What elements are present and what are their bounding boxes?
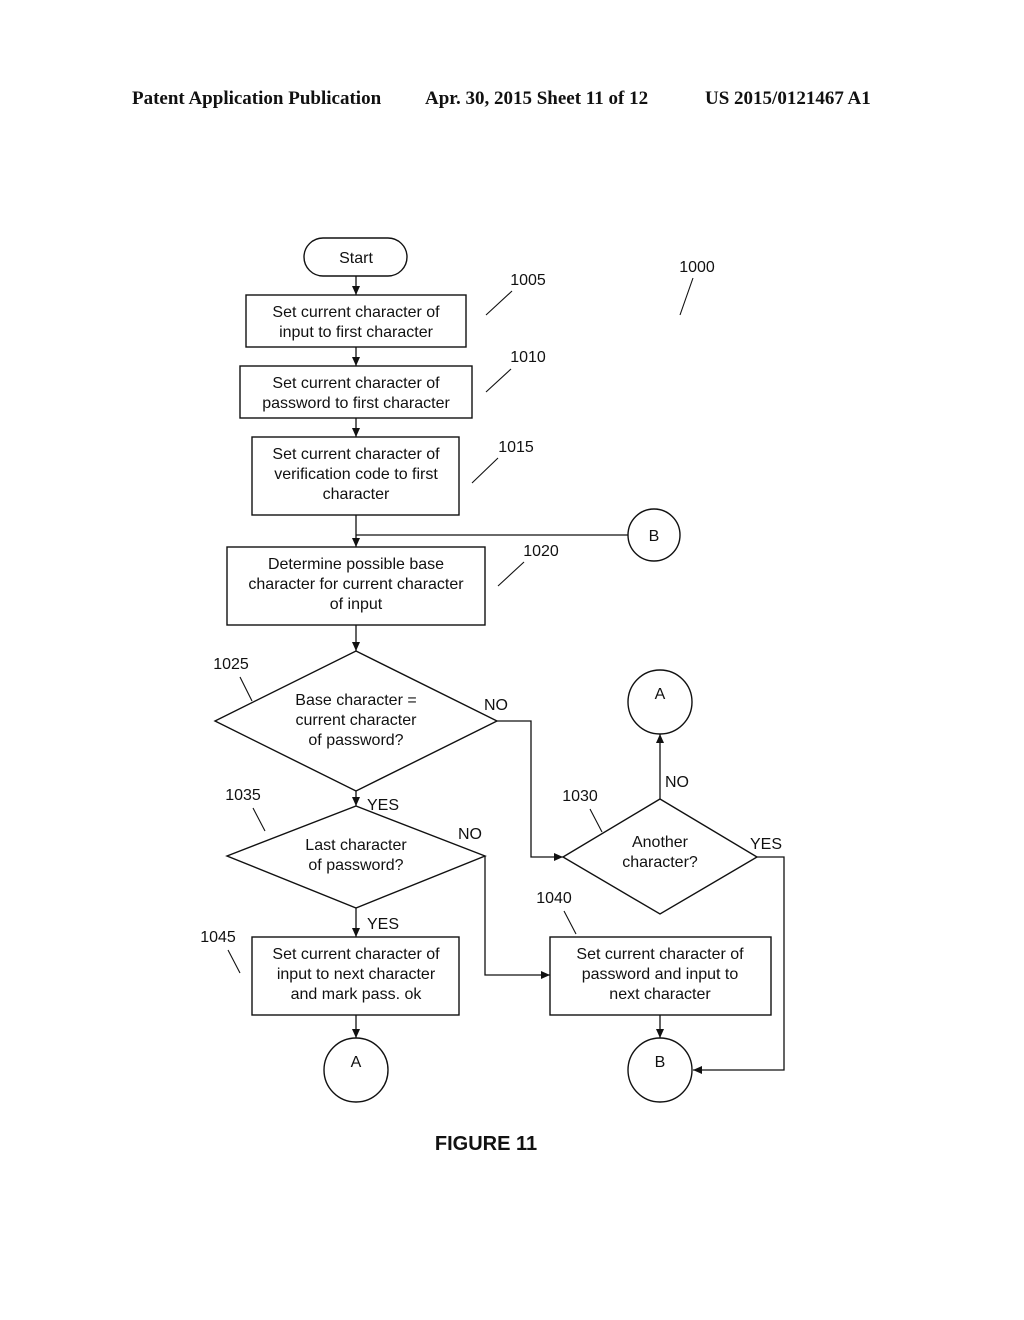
connector-a-bottom-label: A xyxy=(351,1054,362,1071)
step-1015-line-2: verification code to first xyxy=(274,466,438,483)
decision-1025-no-label: NO xyxy=(484,697,508,714)
step-1020-leader xyxy=(497,561,525,587)
connector-b-bottom: B xyxy=(627,1037,693,1103)
step-1010-leader xyxy=(485,368,512,393)
decision-1025-ref: 1025 xyxy=(213,656,249,673)
decision-1030-yes-label: YES xyxy=(750,836,782,853)
connector-a-top-label: A xyxy=(655,686,666,703)
step-1040-line-1: Set current character of xyxy=(576,946,744,963)
step-1010-line-2: password to first character xyxy=(262,395,450,412)
step-1040: Set current character of password and in… xyxy=(549,936,772,1016)
decision-1030: Another character? xyxy=(561,798,759,915)
decision-1030-no-label: NO xyxy=(665,774,689,791)
step-1010-ref: 1010 xyxy=(510,349,546,366)
step-1020-line-1: Determine possible base xyxy=(268,556,444,573)
figure-ref-leader xyxy=(679,277,694,316)
step-1015-leader xyxy=(471,457,499,484)
step-1045-leader xyxy=(227,949,241,974)
step-1015: Set current character of verification co… xyxy=(251,436,460,516)
decision-1035-line-2: of password? xyxy=(308,857,403,874)
arrow-1025-no-to-1030 xyxy=(497,720,563,861)
step-1005-ref: 1005 xyxy=(510,272,546,289)
connector-b-top: B xyxy=(627,508,681,562)
decision-1035-yes-label: YES xyxy=(367,916,399,933)
start-label: Start xyxy=(339,250,373,267)
step-1010: Set current character of password to fir… xyxy=(239,365,473,419)
decision-1035-ref: 1035 xyxy=(225,787,261,804)
decision-1025-leader xyxy=(239,676,253,702)
decision-1030-line-1: Another xyxy=(632,834,689,851)
step-1015-line-1: Set current character of xyxy=(272,446,440,463)
decision-1035-no-label: NO xyxy=(458,826,482,843)
step-1005-line-2: input to first character xyxy=(279,324,434,341)
step-1045-ref: 1045 xyxy=(200,929,236,946)
figure-caption: FIGURE 11 xyxy=(435,1133,537,1155)
step-1040-ref: 1040 xyxy=(536,890,572,907)
step-1005-line-1: Set current character of xyxy=(272,304,440,321)
step-1020-line-3: of input xyxy=(330,596,383,613)
step-1045: Set current character of input to next c… xyxy=(251,936,460,1016)
figure-ref-label: 1000 xyxy=(679,259,715,276)
step-1020-line-2: character for current character xyxy=(248,576,464,593)
decision-1030-line-2: character? xyxy=(622,854,698,871)
flowchart: 1000 Start Set current character of inpu… xyxy=(200,237,785,1155)
step-1020-ref: 1020 xyxy=(523,543,559,560)
step-1045-line-1: Set current character of xyxy=(272,946,440,963)
decision-1025-line-2: current character xyxy=(296,712,418,729)
decision-1035: Last character of password? xyxy=(225,805,487,909)
arrow-1035-no-to-1040 xyxy=(484,856,550,979)
step-1020: Determine possible base character for cu… xyxy=(226,546,486,626)
connector-b-bottom-label: B xyxy=(655,1054,666,1071)
step-1010-line-1: Set current character of xyxy=(272,375,440,392)
start-terminal: Start xyxy=(303,237,408,277)
step-1015-line-3: character xyxy=(323,486,390,503)
decision-1035-line-1: Last character xyxy=(305,837,407,854)
step-1005: Set current character of input to first … xyxy=(245,294,467,348)
decision-1025: Base character = current character of pa… xyxy=(213,650,499,792)
step-1015-ref: 1015 xyxy=(498,439,534,456)
step-1045-line-2: input to next character xyxy=(277,966,436,983)
step-1005-leader xyxy=(485,290,513,316)
decision-1035-leader xyxy=(252,807,266,832)
connector-a-top: A xyxy=(627,669,693,735)
step-1040-leader xyxy=(563,910,577,935)
decision-1030-leader xyxy=(589,808,603,833)
decision-1025-line-3: of password? xyxy=(308,732,403,749)
step-1040-line-2: password and input to xyxy=(582,966,739,983)
decision-1025-line-1: Base character = xyxy=(295,692,416,709)
connector-b-top-label: B xyxy=(649,528,660,545)
step-1045-line-3: and mark pass. ok xyxy=(291,986,423,1003)
step-1040-line-3: next character xyxy=(609,986,711,1003)
connector-a-bottom: A xyxy=(323,1037,389,1103)
decision-1030-ref: 1030 xyxy=(562,788,598,805)
